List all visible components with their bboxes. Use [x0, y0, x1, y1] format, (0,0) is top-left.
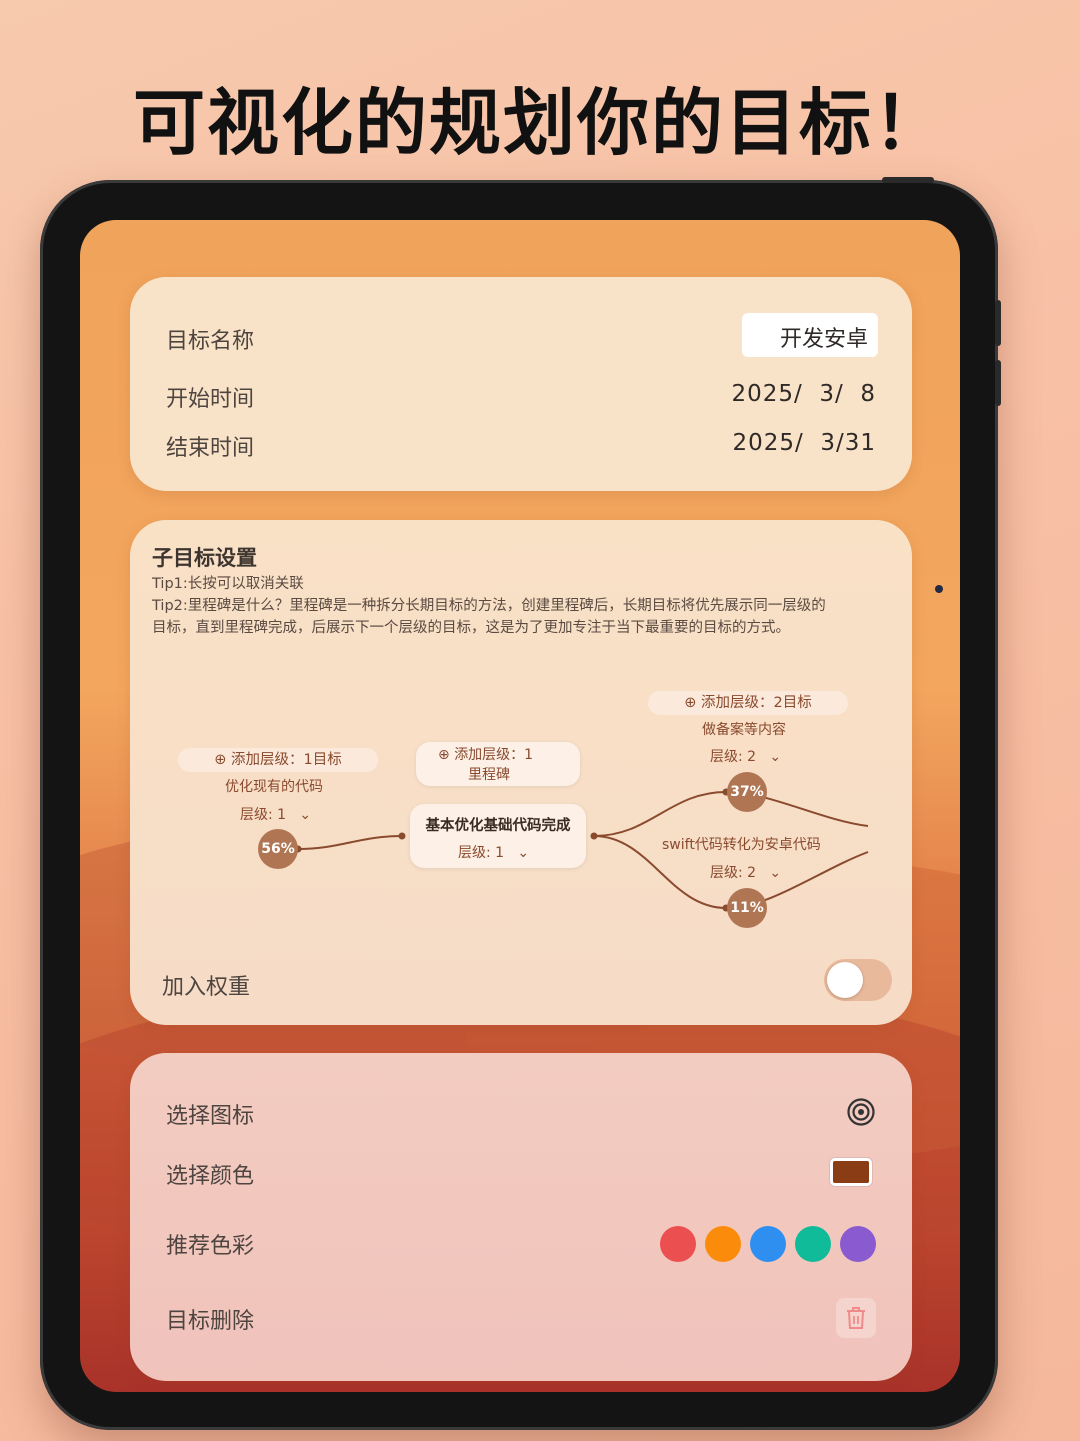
appearance-card: 选择图标 选择颜色 推荐色彩 目标删除	[130, 1053, 912, 1381]
add-level-1-milestone-button[interactable]: ⊕ 添加层级：1 里程碑	[416, 742, 580, 786]
right-bottom-node-progress[interactable]: 11%	[727, 888, 767, 928]
right-top-node-name: 做备案等内容	[702, 722, 786, 738]
subgoal-settings-card: 子目标设置 Tip1:长按可以取消关联 Tip2:里程碑是什么？里程碑是一种拆分…	[130, 520, 912, 1025]
target-icon[interactable]	[846, 1097, 876, 1127]
power-button	[882, 177, 934, 183]
goal-name-label: 目标名称	[166, 329, 255, 354]
color-swatch[interactable]	[660, 1226, 696, 1262]
start-date-picker[interactable]: 2025/ 3/ 8	[731, 381, 876, 407]
chevron-down-icon: ⌄	[508, 845, 530, 861]
center-node-level-select[interactable]: 层级: 1 ⌄	[458, 842, 529, 862]
weight-toggle[interactable]	[824, 959, 892, 1001]
color-swatch[interactable]	[705, 1226, 741, 1262]
right-bottom-node-level-select[interactable]: 层级: 2 ⌄	[710, 862, 781, 882]
trash-icon	[847, 1307, 865, 1329]
app-screen: 目标名称 开发安卓 开始时间 2025/ 3/ 8 结束时间 2025/ 3/3…	[80, 220, 960, 1392]
color-swatch[interactable]	[795, 1226, 831, 1262]
selected-color-swatch[interactable]	[830, 1158, 872, 1186]
end-date-picker[interactable]: 2025/ 3/31	[732, 430, 876, 456]
left-node-progress[interactable]: 56%	[258, 829, 298, 869]
add-level-1-goal-button[interactable]: ⊕ 添加层级：1目标	[178, 748, 378, 772]
chevron-down-icon: ⌄	[760, 865, 782, 881]
color-swatch[interactable]	[750, 1226, 786, 1262]
left-node-level-select[interactable]: 层级: 1 ⌄	[240, 804, 311, 824]
page-headline: 可视化的规划你的目标！	[132, 81, 947, 165]
end-date-label: 结束时间	[166, 436, 255, 461]
weight-label: 加入权重	[162, 975, 251, 1000]
recommended-colors-label: 推荐色彩	[166, 1234, 255, 1259]
right-bottom-node-name: swift代码转化为安卓代码	[662, 837, 821, 853]
center-node[interactable]: 基本优化基础代码完成 层级: 1 ⌄	[410, 804, 586, 868]
goal-info-card: 目标名称 开发安卓 开始时间 2025/ 3/ 8 结束时间 2025/ 3/3…	[130, 277, 912, 491]
right-top-node-progress[interactable]: 37%	[727, 772, 767, 812]
left-node-name: 优化现有的代码	[225, 779, 323, 795]
volume-up-button	[995, 300, 1001, 346]
color-swatch[interactable]	[840, 1226, 876, 1262]
toggle-knob	[827, 962, 863, 998]
icon-select-label: 选择图标	[166, 1104, 255, 1129]
right-top-node-level-select[interactable]: 层级: 2 ⌄	[710, 746, 781, 766]
tablet-frame: 目标名称 开发安卓 开始时间 2025/ 3/ 8 结束时间 2025/ 3/3…	[40, 177, 1001, 1430]
add-circle-icon: ⊕	[438, 747, 450, 763]
add-circle-icon: ⊕	[684, 695, 697, 711]
add-circle-icon: ⊕	[214, 752, 227, 768]
delete-goal-label: 目标删除	[166, 1309, 255, 1334]
start-date-label: 开始时间	[166, 387, 255, 412]
chevron-down-icon: ⌄	[290, 807, 312, 823]
goal-name-field[interactable]: 开发安卓	[742, 313, 878, 357]
add-level-2-goal-button[interactable]: ⊕ 添加层级：2目标	[648, 691, 848, 715]
volume-down-button	[995, 360, 1001, 406]
delete-goal-button[interactable]	[836, 1298, 876, 1338]
color-select-label: 选择颜色	[166, 1164, 255, 1189]
tablet-camera	[935, 585, 943, 593]
chevron-down-icon: ⌄	[760, 749, 782, 765]
center-node-name: 基本优化基础代码完成	[425, 818, 571, 834]
